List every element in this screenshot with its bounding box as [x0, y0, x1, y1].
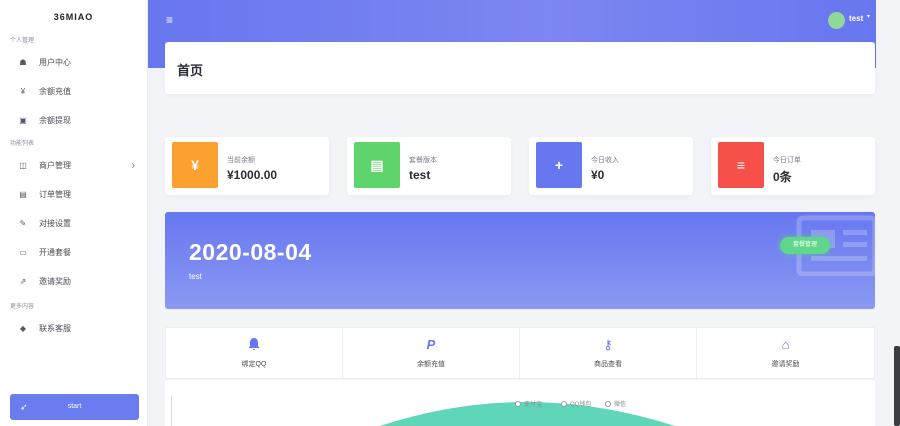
yen-icon: ¥: [172, 142, 218, 188]
bell-icon: [166, 337, 342, 354]
home-icon: ⌂: [781, 337, 790, 352]
sidebar-item-label: 订单管理: [39, 190, 71, 199]
home-icon: ☗: [19, 58, 27, 67]
sidebar-item-recharge[interactable]: ¥ 余额充值: [0, 77, 147, 106]
stat-label: 今日订单: [773, 157, 801, 164]
avatar[interactable]: [828, 12, 845, 29]
stat-value: ¥1000.00: [227, 168, 278, 182]
stat-value: ¥0: [591, 168, 605, 182]
legend-label: QQ钱包: [570, 402, 592, 408]
rocket-icon: ➶: [20, 402, 28, 412]
section-title-more: 更多内容: [10, 304, 35, 310]
list-icon: ▤: [19, 190, 27, 199]
legend-label: 支付宝: [524, 402, 543, 408]
wallet-icon: ▣: [19, 116, 27, 125]
legend-dot: [561, 401, 567, 408]
sidebar-item-label: 对接设置: [39, 219, 71, 228]
stat-label: 当前余额: [227, 157, 255, 164]
stat-label: 今日收入: [591, 157, 619, 164]
quick-link-label: 邀请奖励: [771, 361, 800, 368]
stat-card-balance: ¥ 当前余额 ¥1000.00: [165, 137, 329, 195]
sidebar-item-label: 邀请奖励: [39, 277, 71, 286]
sidebar: 36MIAO 个人管理 ☗ 用户中心 ¥ 余额充值 ▣ 余额提现 功能列表 ◫ …: [0, 0, 148, 426]
scroll-handle[interactable]: [894, 346, 900, 426]
sidebar-item-integration[interactable]: ✎ 对接设置: [0, 209, 147, 238]
sidebar-item-merchant[interactable]: ◫ 商户管理 ›: [0, 151, 147, 180]
user-menu-name[interactable]: test: [849, 14, 863, 23]
plus-icon: +: [536, 142, 582, 188]
id-card-icon: ▤: [354, 142, 400, 188]
quick-link-label: 商品查看: [594, 361, 622, 368]
card-icon: ▭: [19, 248, 27, 257]
legend-label: 微信: [614, 402, 627, 408]
quick-link-bind-qq[interactable]: 绑定QQ: [166, 328, 343, 380]
quick-link-referral[interactable]: ⌂ 邀请奖励: [697, 328, 874, 380]
caret-down-icon[interactable]: ▾: [867, 13, 870, 20]
stat-value: test: [409, 168, 431, 182]
section-title-personal: 个人管理: [10, 38, 35, 44]
share-icon: ⇗: [19, 277, 27, 286]
section-title-features: 功能列表: [10, 141, 35, 147]
quick-link-label: 绑定QQ: [241, 361, 267, 368]
wrench-icon: ✎: [19, 219, 27, 228]
hero-banner: 2020-08-04 test 套餐管理: [165, 212, 875, 309]
quick-link-recharge[interactable]: P 余额充值: [343, 328, 520, 380]
sidebar-item-referral[interactable]: ⇗ 邀请奖励: [0, 267, 147, 296]
legend-item-alipay[interactable]: 支付宝: [515, 399, 542, 408]
start-button[interactable]: ➶ start: [10, 394, 139, 420]
sidebar-item-label: 商户管理: [39, 161, 71, 170]
page-title: 首页: [177, 63, 204, 78]
legend-dot: [515, 401, 521, 408]
sidebar-item-label: 余额充值: [39, 87, 71, 96]
hamburger-menu-icon[interactable]: ≡: [166, 14, 173, 26]
brand-logo[interactable]: 36MIAO: [0, 0, 147, 34]
sidebar-item-label: 用户中心: [39, 58, 71, 67]
sidebar-item-user-center[interactable]: ☗ 用户中心: [0, 48, 147, 77]
sidebar-item-withdraw[interactable]: ▣ 余额提现: [0, 106, 147, 135]
sidebar-item-label: 开通套餐: [39, 248, 71, 257]
legend-dot: [605, 401, 611, 408]
sidebar-item-support[interactable]: ◆ 联系客服: [0, 314, 147, 343]
key-icon: ⚷: [603, 337, 613, 352]
sidebar-item-packages[interactable]: ▭ 开通套餐: [0, 238, 147, 267]
page-title-card: 首页: [165, 42, 875, 94]
quick-link-label: 余额充值: [417, 361, 445, 368]
sidebar-item-label: 余额提现: [39, 116, 71, 125]
start-button-label: start: [67, 403, 82, 410]
bell-icon: ◆: [19, 324, 27, 333]
stat-card-income: + 今日收入 ¥0: [529, 137, 693, 195]
package-management-button[interactable]: 套餐管理: [780, 237, 830, 254]
list-icon: ≡: [718, 142, 764, 188]
stat-card-package: ▤ 套餐版本 test: [347, 137, 511, 195]
hero-subtitle: test: [189, 272, 202, 281]
legend-item-wechat[interactable]: 微信: [605, 399, 626, 408]
sidebar-item-orders[interactable]: ▤ 订单管理: [0, 180, 147, 209]
columns-icon: ◫: [19, 161, 27, 170]
chevron-right-icon: ›: [131, 160, 135, 171]
paypal-icon: P: [426, 337, 436, 352]
payment-chart: 支付宝 QQ钱包 微信: [165, 380, 875, 426]
stat-card-orders: ≡ 今日订单 0条: [711, 137, 875, 195]
quick-links-row: 绑定QQ P 余额充值 ⚷ 商品查看 ⌂ 邀请奖励: [165, 327, 875, 380]
yen-icon: ¥: [20, 87, 26, 96]
legend-item-qq-wallet[interactable]: QQ钱包: [561, 399, 591, 408]
hero-date: 2020-08-04: [189, 239, 312, 265]
stat-value: 0条: [773, 170, 792, 184]
quick-link-products[interactable]: ⚷ 商品查看: [520, 328, 697, 380]
sidebar-item-label: 联系客服: [39, 324, 71, 333]
stat-label: 套餐版本: [409, 157, 437, 164]
